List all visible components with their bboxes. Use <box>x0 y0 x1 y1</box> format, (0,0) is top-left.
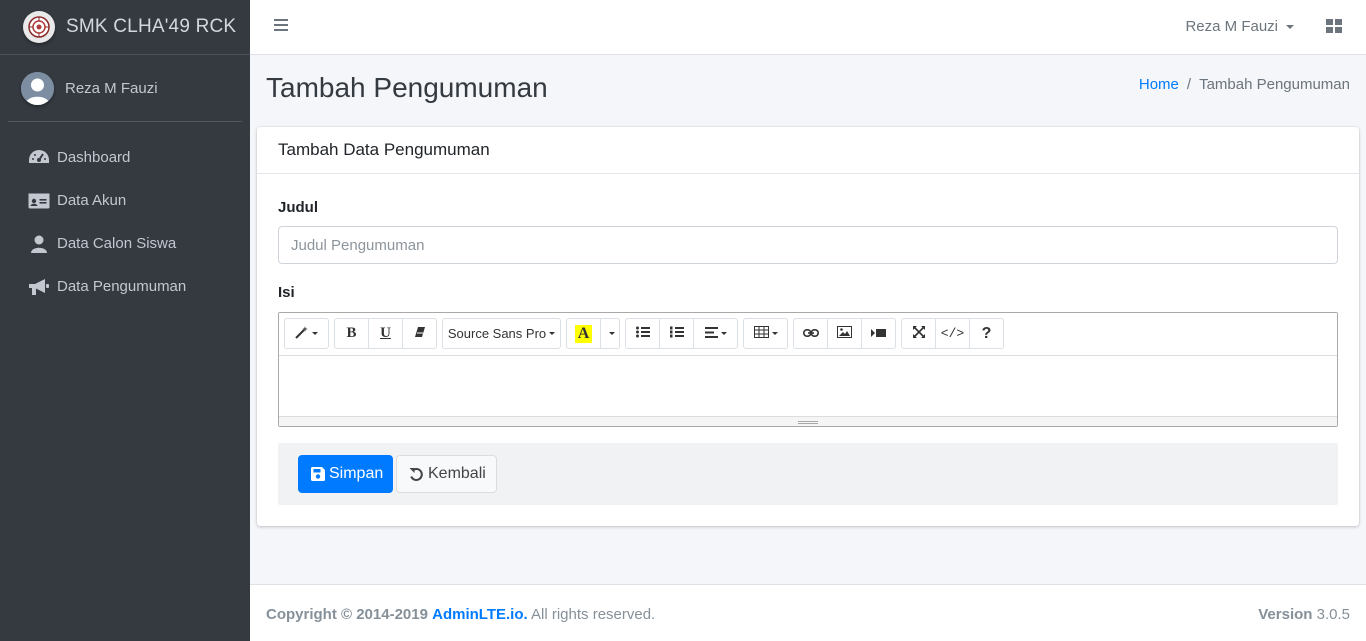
sidebar-item-data-calon-siswa[interactable]: Data Calon Siswa <box>0 222 250 265</box>
magic-icon <box>295 325 309 342</box>
rich-text-editor: B U Source Sans Pro A </> ? <box>278 312 1338 427</box>
breadcrumb: Home / Tambah Pengumuman <box>1139 76 1350 93</box>
sidebar-item-label: Data Calon Siswa <box>57 235 177 252</box>
underline-icon: U <box>380 325 391 341</box>
unordered-list-button[interactable] <box>625 318 660 349</box>
code-view-button[interactable]: </> <box>935 318 970 349</box>
color-dropdown-button[interactable] <box>600 318 620 349</box>
picture-icon <box>837 326 852 341</box>
sidebar: SMK CLHA'49 RCK Reza M Fauzi Dashboard D… <box>0 0 250 641</box>
avatar <box>21 71 54 105</box>
tachometer-icon <box>28 148 50 168</box>
page-title: Tambah Pengumuman <box>266 72 548 103</box>
save-icon <box>311 467 325 481</box>
copyright-prefix: Copyright © 2014-2019 <box>266 606 428 623</box>
control-sidebar-icon[interactable] <box>1326 19 1342 33</box>
link-button[interactable] <box>793 318 828 349</box>
caret-down-icon <box>1286 25 1294 30</box>
table-icon <box>753 326 769 341</box>
video-button[interactable] <box>861 318 896 349</box>
code-view-icon: </> <box>940 326 965 341</box>
user-icon <box>28 234 50 254</box>
back-button[interactable]: Kembali <box>396 455 497 493</box>
fullscreen-icon <box>912 326 925 341</box>
caret-down-icon <box>720 332 727 335</box>
caret-down-icon <box>312 332 318 335</box>
help-button[interactable]: ? <box>969 318 1004 349</box>
header-user-name: Reza M Fauzi <box>1185 18 1278 35</box>
magic-button[interactable] <box>284 318 329 349</box>
help-icon: ? <box>981 324 992 342</box>
adminlte-link[interactable]: AdminLTE.io. <box>432 606 528 623</box>
font-name-dropdown[interactable]: Source Sans Pro <box>442 318 561 349</box>
user-panel[interactable]: Reza M Fauzi <box>8 55 242 122</box>
user-dropdown[interactable]: Reza M Fauzi <box>1185 18 1294 35</box>
underline-button[interactable]: U <box>368 318 403 349</box>
clear-format-button[interactable] <box>402 318 437 349</box>
back-button-label: Kembali <box>428 465 486 482</box>
breadcrumb-home-link[interactable]: Home <box>1139 76 1179 93</box>
font-name-label: Source Sans Pro <box>447 326 547 341</box>
id-card-icon <box>28 191 50 211</box>
save-button[interactable]: Simpan <box>298 455 393 493</box>
sidebar-nav: Dashboard Data Akun Data Calon Siswa Dat… <box>0 136 250 308</box>
version-label: Version <box>1258 606 1313 623</box>
ordered-list-button[interactable] <box>659 318 694 349</box>
sidebar-item-data-pengumuman[interactable]: Data Pengumuman <box>0 265 250 308</box>
top-navbar: Reza M Fauzi <box>250 0 1366 55</box>
video-icon <box>871 327 886 341</box>
isi-label: Isi <box>278 284 295 301</box>
sidebar-item-data-akun[interactable]: Data Akun <box>0 179 250 222</box>
copyright-suffix: All rights reserved. <box>531 606 656 623</box>
caret-down-icon <box>608 332 615 335</box>
caret-down-icon <box>549 332 556 335</box>
font-color-icon: A <box>574 324 593 343</box>
color-button[interactable]: A <box>566 318 601 349</box>
picture-button[interactable] <box>827 318 862 349</box>
sidebar-user-name: Reza M Fauzi <box>65 79 158 97</box>
bold-icon: B <box>346 325 357 341</box>
link-icon <box>802 327 819 341</box>
form-card: Tambah Data Pengumuman Judul Isi B U Sou… <box>257 127 1359 526</box>
brand-text: SMK CLHA'49 RCK <box>66 16 237 37</box>
school-logo-icon <box>23 11 55 43</box>
copyright: Copyright © 2014-2019 AdminLTE.io. All r… <box>266 606 655 623</box>
bold-button[interactable]: B <box>334 318 369 349</box>
card-title: Tambah Data Pengumuman <box>257 127 1359 174</box>
editor-toolbar: B U Source Sans Pro A </> ? <box>279 313 1337 356</box>
judul-input[interactable] <box>278 226 1338 264</box>
undo-icon <box>409 467 424 482</box>
fullscreen-button[interactable] <box>901 318 936 349</box>
sidebar-item-label: Data Pengumuman <box>57 278 187 295</box>
version-info: Version 3.0.5 <box>1258 606 1350 623</box>
align-icon <box>704 326 718 341</box>
judul-label: Judul <box>278 199 318 216</box>
breadcrumb-separator: / <box>1186 76 1192 93</box>
brand-link[interactable]: SMK CLHA'49 RCK <box>0 0 250 55</box>
menu-toggle-icon[interactable] <box>274 19 288 33</box>
table-dropdown[interactable] <box>743 318 788 349</box>
sidebar-item-dashboard[interactable]: Dashboard <box>0 136 250 179</box>
paragraph-align-dropdown[interactable] <box>693 318 738 349</box>
eraser-icon <box>414 326 426 341</box>
breadcrumb-current: Tambah Pengumuman <box>1199 76 1350 93</box>
card-footer: Simpan Kembali <box>278 443 1338 505</box>
unordered-list-icon <box>635 326 650 341</box>
sidebar-item-label: Data Akun <box>57 192 127 209</box>
caret-down-icon <box>771 332 778 335</box>
bullhorn-icon <box>28 277 50 297</box>
editor-content-area[interactable] <box>279 356 1337 416</box>
version-number: 3.0.5 <box>1316 606 1350 623</box>
ordered-list-icon <box>669 326 684 341</box>
save-button-label: Simpan <box>329 465 384 482</box>
sidebar-item-label: Dashboard <box>57 149 131 166</box>
page-footer: Copyright © 2014-2019 AdminLTE.io. All r… <box>250 584 1366 641</box>
editor-resize-handle[interactable] <box>279 416 1337 426</box>
